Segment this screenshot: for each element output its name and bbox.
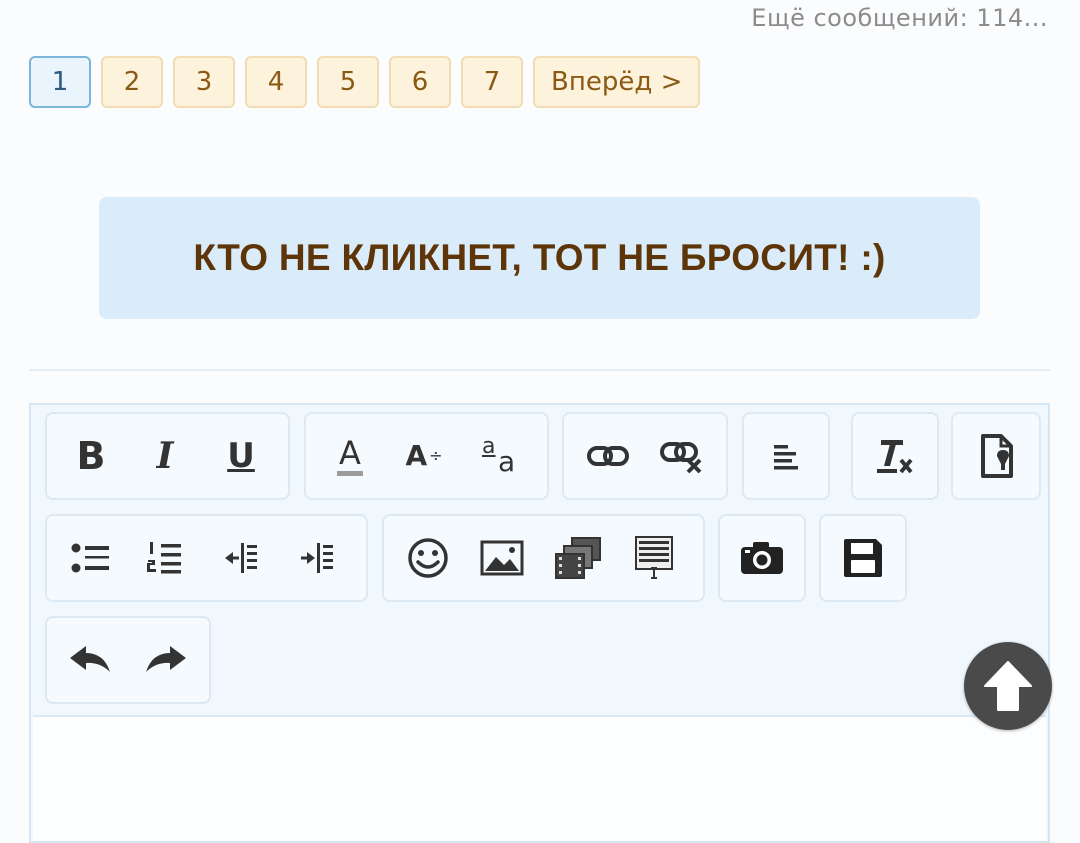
font-group: A A ÷ a a — [304, 412, 549, 500]
bullet-list-icon — [71, 543, 109, 573]
font-size-button[interactable]: A ÷ — [394, 426, 454, 486]
save-group — [819, 514, 907, 602]
font-color-icon: A — [337, 437, 363, 476]
divider — [29, 369, 1050, 371]
text-block-icon — [635, 536, 673, 579]
bold-icon: B — [76, 434, 106, 478]
bold-button[interactable]: B — [61, 426, 121, 486]
italic-icon: I — [156, 435, 174, 477]
remove-link-button[interactable] — [652, 426, 712, 486]
font-color-button[interactable]: A — [320, 426, 380, 486]
smiley-button[interactable] — [398, 528, 458, 588]
underline-icon: U — [227, 436, 255, 476]
remove-format-button[interactable] — [865, 426, 925, 486]
paste-word-button[interactable] — [967, 426, 1027, 486]
unlink-icon — [660, 442, 702, 474]
camera-icon — [741, 542, 783, 574]
remove-format-icon — [877, 440, 913, 474]
outdent-button[interactable] — [211, 528, 271, 588]
arrow-up-icon — [984, 661, 1032, 711]
page-6-button[interactable]: 6 — [389, 56, 451, 108]
more-messages-link[interactable]: Ещё сообщений: 114... — [751, 4, 1048, 32]
scroll-to-top-button[interactable] — [964, 642, 1052, 730]
redo-button[interactable] — [135, 630, 195, 690]
smiley-icon — [408, 538, 448, 578]
special-chars-icon: a a — [482, 434, 516, 478]
format-group — [851, 412, 939, 500]
editor-text-area[interactable] — [33, 715, 1046, 841]
paste-doc-icon — [981, 434, 1013, 478]
list-group — [45, 514, 368, 602]
align-group — [742, 412, 830, 500]
page-3-button[interactable]: 3 — [173, 56, 235, 108]
link-icon — [587, 446, 629, 466]
bullet-list-button[interactable] — [61, 528, 121, 588]
insert-image-button[interactable] — [472, 528, 532, 588]
source-group — [951, 412, 1041, 500]
underline-button[interactable]: U — [211, 426, 271, 486]
pagination: 1 2 3 4 5 6 7 Вперёд > — [29, 56, 701, 108]
page-1-current: 1 — [29, 56, 91, 108]
camera-button[interactable] — [732, 528, 792, 588]
page-5-button[interactable]: 5 — [317, 56, 379, 108]
save-draft-button[interactable] — [833, 528, 893, 588]
insert-text-block-button[interactable] — [624, 528, 684, 588]
floppy-disk-icon — [844, 539, 882, 577]
numbered-list-button[interactable] — [135, 528, 195, 588]
insert-gallery-button[interactable] — [548, 528, 608, 588]
page-2-button[interactable]: 2 — [101, 56, 163, 108]
promo-banner[interactable]: КТО НЕ КЛИКНЕТ, ТОТ НЕ БРОСИТ! :) — [99, 197, 980, 319]
next-page-button[interactable]: Вперёд > — [533, 56, 701, 108]
insert-group — [382, 514, 705, 602]
undo-button[interactable] — [61, 630, 121, 690]
indent-icon — [301, 543, 333, 573]
banner-text: КТО НЕ КЛИКНЕТ, ТОТ НЕ БРОСИТ! :) — [193, 237, 886, 278]
page-7-button[interactable]: 7 — [461, 56, 523, 108]
italic-button[interactable]: I — [135, 426, 195, 486]
text-style-group: B I U — [45, 412, 290, 500]
camera-group — [718, 514, 806, 602]
undo-icon — [70, 646, 110, 672]
align-left-button[interactable] — [756, 426, 816, 486]
link-group — [562, 412, 728, 500]
gallery-icon — [555, 537, 601, 579]
indent-button[interactable] — [287, 528, 347, 588]
page-4-button[interactable]: 4 — [245, 56, 307, 108]
redo-icon — [146, 646, 186, 672]
insert-link-button[interactable] — [578, 426, 638, 486]
numbered-list-icon — [147, 542, 181, 574]
image-icon — [480, 540, 524, 576]
outdent-icon — [225, 543, 257, 573]
message-editor: B I U A A ÷ a a — [29, 403, 1050, 843]
history-group — [45, 616, 211, 704]
font-size-icon: A ÷ — [405, 439, 443, 472]
special-chars-button[interactable]: a a — [470, 426, 530, 486]
align-left-icon — [774, 445, 798, 470]
